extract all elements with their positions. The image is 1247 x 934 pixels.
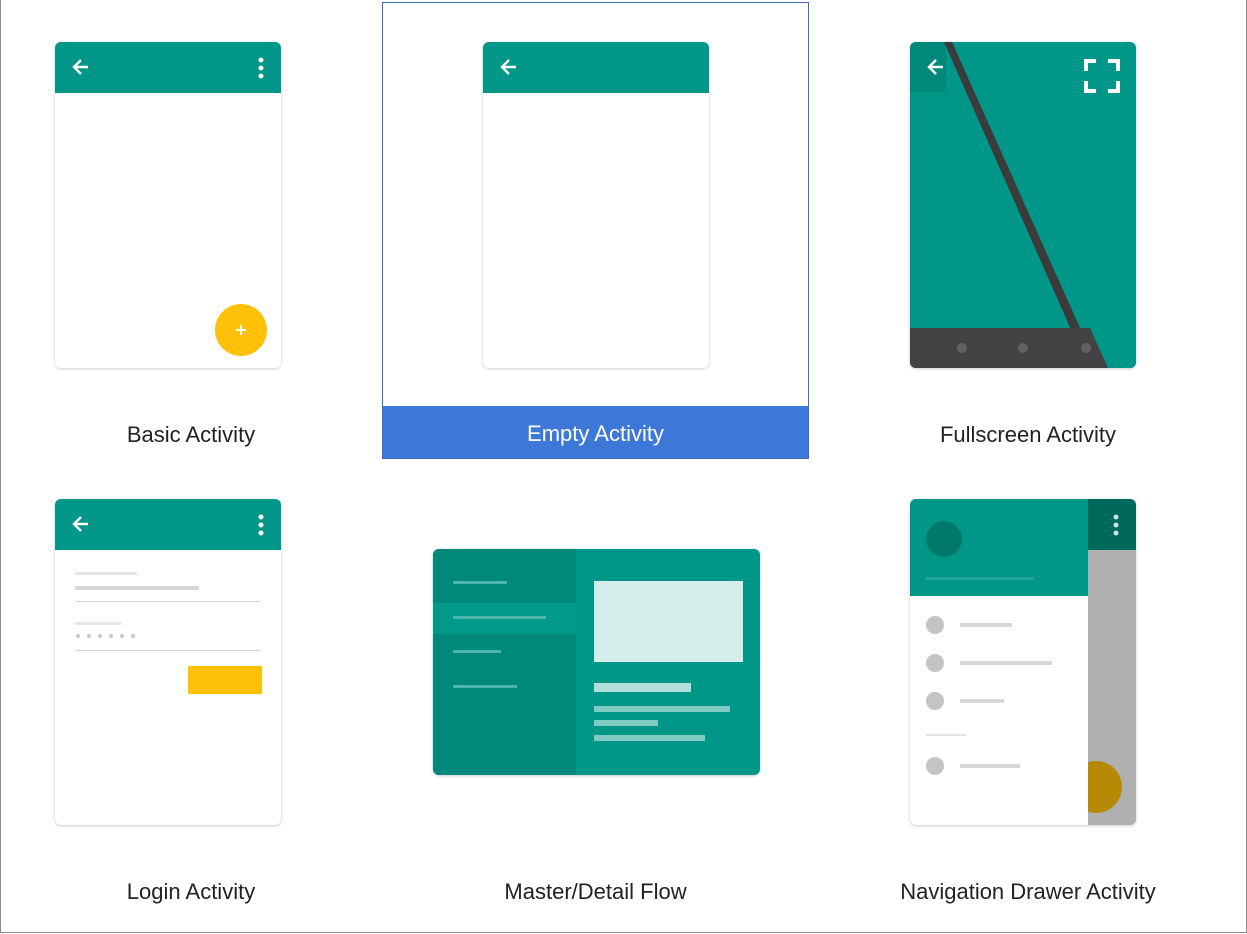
password-underline	[75, 650, 261, 651]
template-label: Login Activity	[126, 879, 256, 904]
detail-title-line	[594, 683, 691, 692]
login-activity-preview	[55, 499, 281, 825]
email-underline	[75, 601, 261, 602]
password-hint-line	[75, 622, 121, 625]
arrow-left-icon	[72, 59, 88, 75]
template-label: Navigation Drawer Activity	[900, 879, 1156, 904]
detail-text-line	[594, 720, 658, 726]
arrow-left-icon	[927, 59, 943, 75]
arrow-left-icon	[500, 59, 516, 75]
drawer-item-icon	[926, 692, 944, 710]
plus-icon	[236, 325, 246, 335]
more-vert-icon	[1113, 514, 1119, 536]
template-empty-activity[interactable]: Empty Activity	[382, 2, 809, 459]
master-row-line	[453, 650, 501, 653]
basic-activity-preview	[55, 42, 281, 368]
detail-image-placeholder	[594, 581, 743, 662]
master-detail-preview	[433, 549, 760, 775]
drawer-item-icon	[926, 757, 944, 775]
detail-text-line	[594, 735, 705, 741]
navigation-drawer-preview	[910, 499, 1136, 825]
header-text-line	[926, 577, 1034, 580]
sign-in-button-graphic	[188, 666, 262, 694]
template-fullscreen-activity[interactable]: Fullscreen Activity	[809, 0, 1247, 460]
drawer-item-line	[960, 764, 1020, 768]
more-vert-icon	[258, 514, 264, 536]
arrow-left-icon	[72, 516, 88, 532]
template-label: Basic Activity	[126, 422, 256, 447]
detail-text-line	[594, 706, 730, 712]
more-vert-icon	[258, 57, 264, 79]
email-hint-line	[75, 572, 137, 575]
password-dots	[76, 634, 135, 638]
fullscreen-icon	[1084, 59, 1120, 93]
drawer-divider	[926, 734, 966, 736]
master-row-line	[453, 581, 507, 584]
empty-activity-preview	[483, 42, 709, 368]
drawer-item-line	[960, 623, 1012, 627]
fullscreen-activity-preview	[910, 42, 1136, 368]
email-field-line	[75, 586, 199, 590]
template-basic-activity[interactable]: Basic Activity	[0, 0, 382, 460]
template-login-activity[interactable]: Login Activity	[0, 470, 382, 934]
drawer-item-line	[960, 699, 1004, 703]
master-row-line	[453, 616, 546, 619]
master-row-line	[453, 685, 517, 688]
template-label: Fullscreen Activity	[939, 422, 1117, 447]
drawer-item-icon	[926, 616, 944, 634]
template-label: Master/Detail Flow	[504, 879, 687, 904]
drawer-item-line	[960, 661, 1052, 665]
template-master-detail-flow[interactable]: Master/Detail Flow	[382, 470, 809, 934]
template-label: Empty Activity	[527, 421, 664, 446]
template-navigation-drawer-activity[interactable]: Navigation Drawer Activity	[809, 470, 1247, 934]
drawer-item-icon	[926, 654, 944, 672]
avatar	[926, 521, 962, 557]
